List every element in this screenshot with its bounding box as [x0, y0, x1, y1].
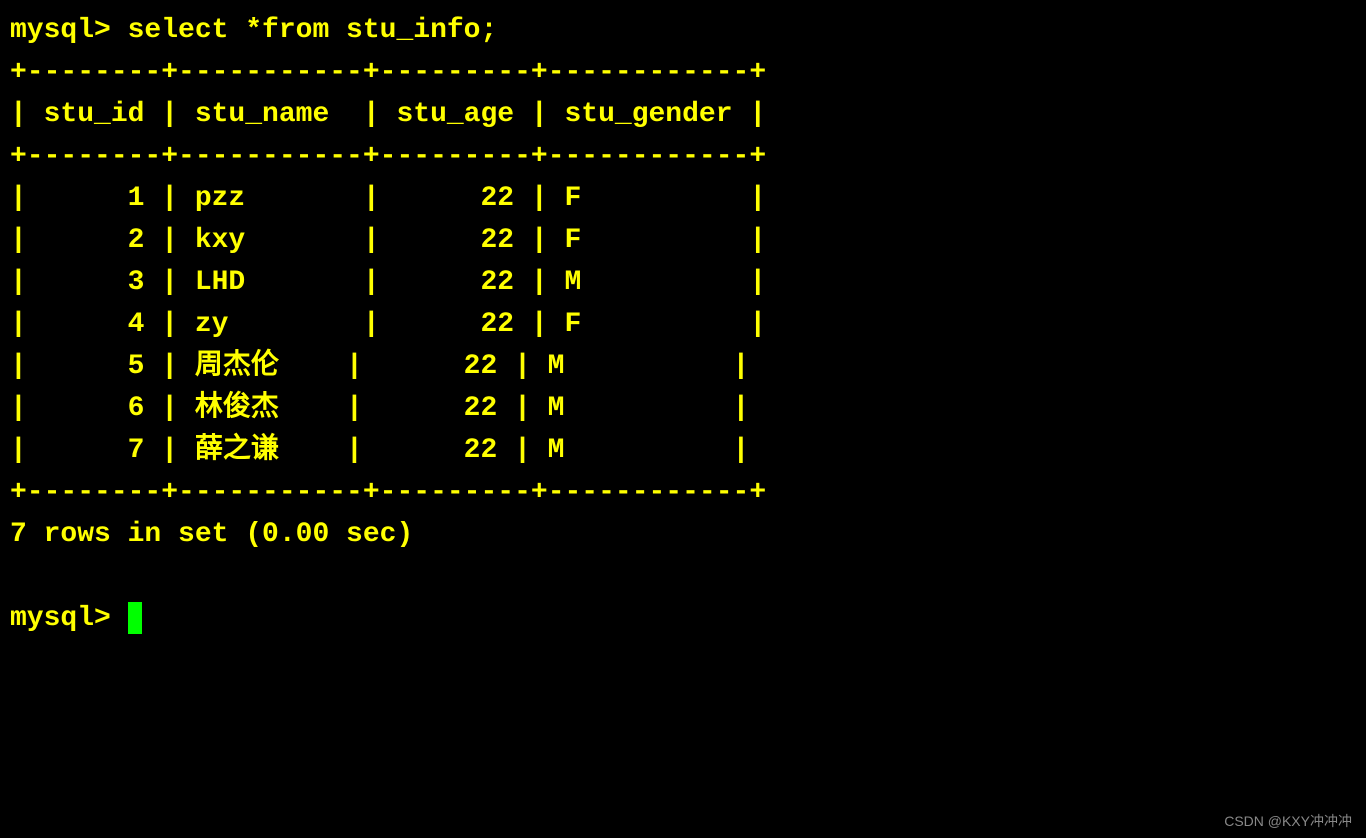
watermark: CSDN @KXY冲冲冲	[1224, 811, 1352, 832]
mysql-prompt: mysql>	[10, 603, 128, 634]
sql-query: select *from stu_info;	[128, 15, 498, 46]
table-border-mid: +--------+-----------+---------+--------…	[10, 141, 766, 172]
mysql-prompt: mysql>	[10, 15, 128, 46]
table-border-top: +--------+-----------+---------+--------…	[10, 57, 766, 88]
cursor[interactable]	[128, 602, 142, 634]
table-header-row: | stu_id | stu_name | stu_age | stu_gend…	[10, 99, 766, 130]
terminal-output: mysql> select *from stu_info; +--------+…	[10, 10, 1356, 640]
status-text: 7 rows in set (0.00 sec)	[10, 519, 413, 550]
table-border-bottom: +--------+-----------+---------+--------…	[10, 477, 766, 508]
table-data-rows: | 1 | pzz | 22 | F | | 2 | kxy | 22 | F …	[10, 183, 766, 466]
